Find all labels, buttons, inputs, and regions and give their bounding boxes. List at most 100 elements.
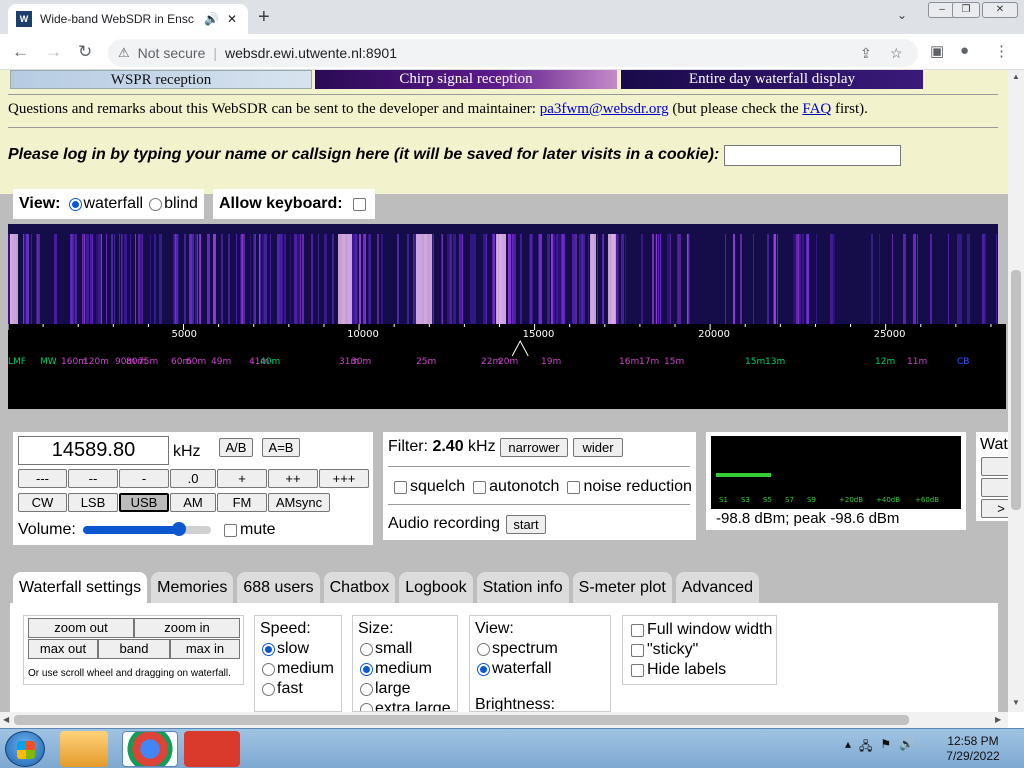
frequency-scale-svg[interactable]: 5000 10000 15000 20000 25000LMF MW 160m120m 90m… [8, 324, 1006, 409]
clock[interactable]: 12:58 PM 7/29/2022 [938, 734, 1008, 764]
hide-labels-checkbox[interactable] [631, 663, 644, 677]
chevron-down-icon[interactable]: ⌄ [897, 8, 907, 22]
speed-slow-radio[interactable] [262, 642, 275, 656]
band-label[interactable]: 40m [260, 357, 280, 367]
back-arrow-icon[interactable]: ← [12, 42, 29, 62]
speaker-icon[interactable]: 🔊 [204, 12, 219, 26]
step-down-3-button[interactable]: --- [18, 469, 67, 488]
security-label[interactable]: Not secure [138, 45, 206, 61]
frequency-input[interactable]: 14589.80 [18, 436, 169, 465]
scroll-down-icon[interactable]: ▼ [1012, 698, 1020, 707]
horizontal-scroll-thumb[interactable] [14, 715, 909, 725]
extra-button-1[interactable] [981, 457, 1008, 476]
browser-tab[interactable]: W Wide-band WebSDR in Ensc 🔊 ✕ [8, 4, 248, 34]
speed-medium-radio[interactable] [262, 662, 275, 676]
zoom-in-button[interactable]: zoom in [134, 618, 240, 638]
url-text[interactable]: websdr.ewi.utwente.nl:8901 [225, 45, 397, 61]
reload-icon[interactable]: ↻ [78, 42, 92, 62]
tab-logbook[interactable]: Logbook [399, 572, 473, 603]
zoom-out-button[interactable]: zoom out [28, 618, 134, 638]
scroll-left-icon[interactable]: ◀ [3, 715, 9, 724]
view-waterfall-mode-radio[interactable] [477, 662, 490, 676]
tab-chatbox[interactable]: Chatbox [323, 572, 396, 603]
band-label[interactable]: 120m [83, 357, 109, 367]
mode-amsync-button[interactable]: AMsync [268, 493, 330, 512]
sticky-checkbox[interactable] [631, 643, 644, 657]
volume-icon[interactable]: 🔊 [899, 737, 914, 758]
mode-fm-button[interactable]: FM [217, 493, 267, 512]
band-label[interactable]: 20m [498, 357, 518, 367]
band-label[interactable]: 60m [186, 357, 206, 367]
address-bar[interactable]: ⚠ Not secure | websdr.ewi.utwente.nl:890… [108, 39, 918, 67]
size-large-radio[interactable] [360, 682, 373, 696]
step-up-2-button[interactable]: ++ [268, 469, 318, 488]
speed-fast-radio[interactable] [262, 682, 275, 696]
band-label[interactable]: 75m [138, 357, 158, 367]
volume-thumb[interactable] [172, 522, 186, 536]
squelch-checkbox[interactable] [394, 480, 407, 494]
wider-button[interactable]: wider [573, 438, 623, 457]
media-player-icon[interactable] [60, 731, 108, 767]
step-up-1-button[interactable]: + [217, 469, 267, 488]
mode-lsb-button[interactable]: LSB [68, 493, 118, 512]
share-icon[interactable]: ⇪ [860, 45, 872, 62]
view-spectrum-radio[interactable] [477, 642, 490, 656]
mode-cw-button[interactable]: CW [18, 493, 67, 512]
profile-avatar-icon[interactable]: ● [960, 42, 969, 59]
step-down-2-button[interactable]: -- [68, 469, 118, 488]
band-label[interactable]: 49m [211, 357, 231, 367]
menu-kebab-icon[interactable]: ⋮ [994, 42, 1009, 60]
waterfall-display[interactable] [8, 224, 998, 324]
faq-link[interactable]: FAQ [802, 101, 831, 117]
waterfall-image[interactable] [8, 224, 998, 324]
side-panel-icon[interactable]: ▣ [930, 42, 944, 60]
tab-s-meter-plot[interactable]: S-meter plot [572, 572, 672, 603]
narrower-button[interactable]: narrower [500, 438, 568, 457]
band-label[interactable]: CB [957, 357, 969, 367]
band-label[interactable]: 15m [745, 357, 765, 367]
round-button[interactable]: .0 [170, 469, 216, 488]
size-medium-radio[interactable] [360, 662, 373, 676]
allow-keyboard-checkbox[interactable] [352, 197, 366, 211]
full-width-checkbox[interactable] [631, 623, 644, 637]
max-out-button[interactable]: max out [28, 639, 98, 659]
size-small-radio[interactable] [360, 642, 373, 656]
step-down-1-button[interactable]: - [119, 469, 169, 488]
warning-triangle-icon[interactable]: ⚠ [118, 45, 130, 61]
autonotch-checkbox[interactable] [473, 480, 487, 494]
tab-station-info[interactable]: Station info [476, 572, 569, 603]
tuning-marker[interactable] [511, 339, 529, 357]
mode-usb-button[interactable]: USB [119, 493, 169, 512]
network-icon[interactable]: 🖧 [859, 737, 872, 758]
banner-waterfall-day[interactable]: Entire day waterfall display [621, 70, 923, 89]
start-recording-button[interactable]: start [506, 515, 546, 534]
band-label[interactable]: 12m [875, 357, 895, 367]
view-waterfall-radio[interactable] [68, 197, 82, 211]
band-label[interactable]: 13m [765, 357, 785, 367]
step-up-3-button[interactable]: +++ [319, 469, 369, 488]
a-equals-b-button[interactable]: A=B [262, 438, 300, 457]
volume-slider[interactable] [83, 522, 211, 536]
mute-checkbox[interactable] [224, 523, 237, 537]
tray-chevron-icon[interactable]: ▴ [845, 737, 851, 758]
email-link[interactable]: pa3fwm@websdr.org [540, 101, 669, 117]
band-button[interactable]: band [98, 639, 170, 659]
band-label[interactable]: MW [40, 357, 57, 367]
callsign-input[interactable] [724, 145, 901, 166]
forward-arrow-icon[interactable]: → [45, 42, 62, 62]
vertical-scroll-thumb[interactable] [1011, 270, 1021, 510]
banner-chirp[interactable]: Chirp signal reception [315, 70, 617, 89]
tab-memories[interactable]: Memories [151, 572, 234, 603]
bookmark-star-icon[interactable]: ☆ [890, 45, 903, 62]
tab-users[interactable]: 688 users [237, 572, 320, 603]
extra-button-3[interactable]: > [981, 499, 1008, 518]
ab-button[interactable]: A/B [219, 438, 253, 457]
band-label[interactable]: 30m [351, 357, 371, 367]
extra-button-2[interactable] [981, 478, 1008, 497]
horizontal-scrollbar[interactable]: ◀ ▶ [0, 712, 1008, 728]
band-label[interactable]: 17m [639, 357, 659, 367]
scroll-up-icon[interactable]: ▲ [1012, 72, 1020, 81]
scroll-right-icon[interactable]: ▶ [995, 715, 1001, 724]
band-label[interactable]: 11m [907, 357, 927, 367]
band-label[interactable]: 15m [664, 357, 684, 367]
